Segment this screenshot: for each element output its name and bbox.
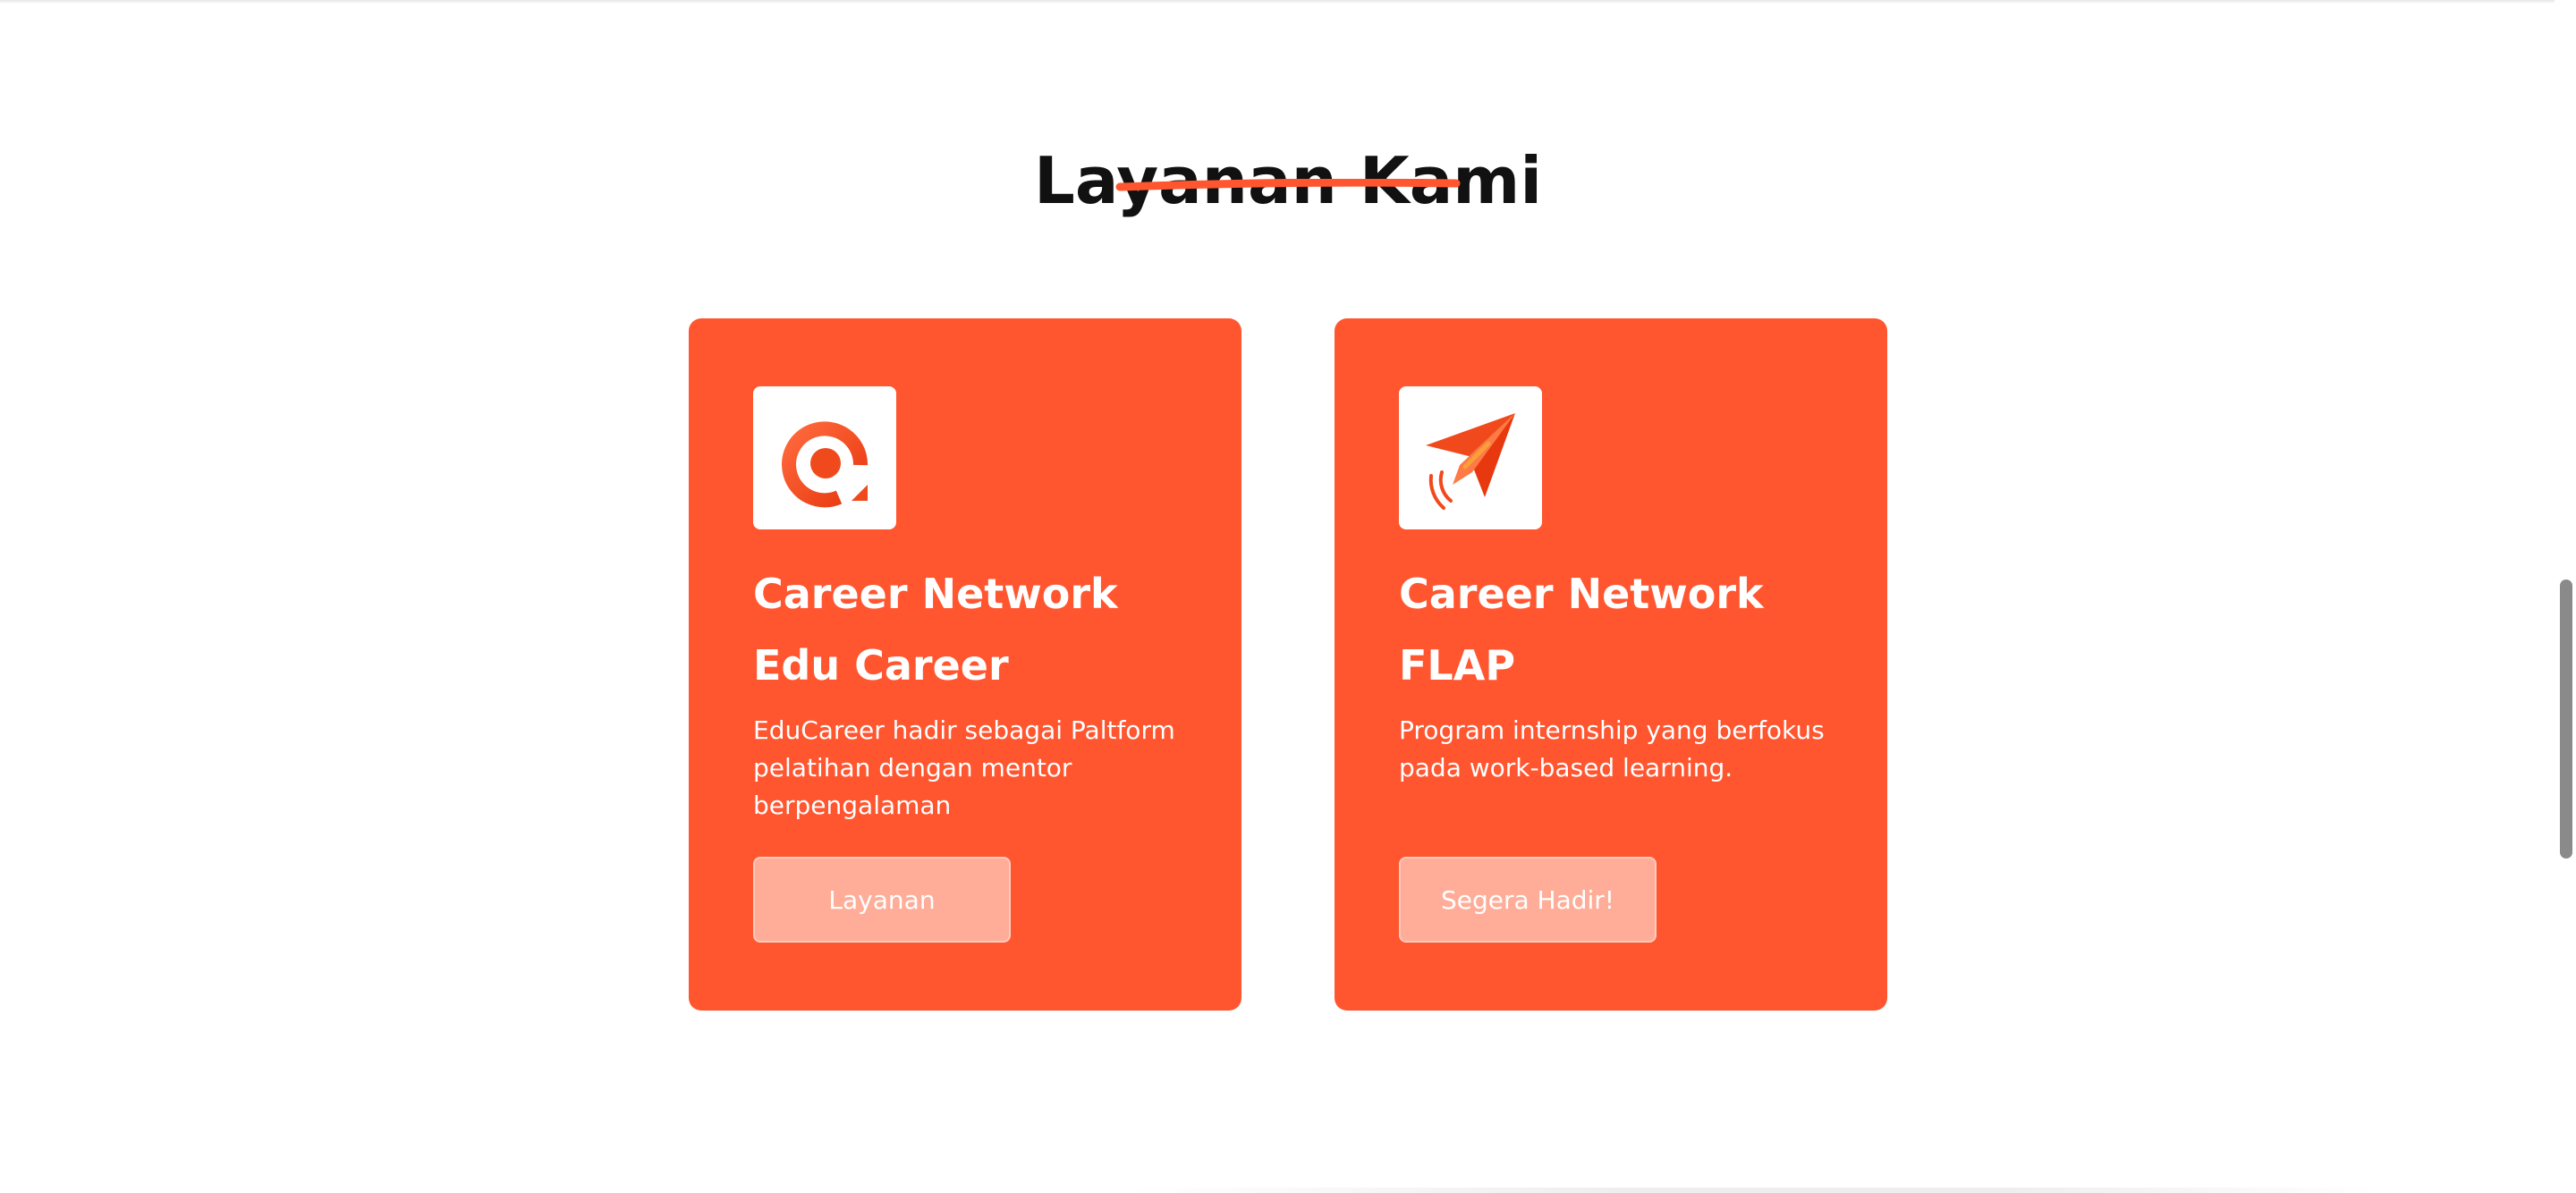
card-title-line-2: Edu Career (753, 641, 1009, 690)
card-title-line-2: FLAP (1399, 641, 1516, 690)
top-edge-shadow (0, 0, 2576, 4)
segera-hadir-button[interactable]: Segera Hadir! (1399, 857, 1657, 943)
educareer-logo-icon (782, 421, 869, 508)
card-title-line-1: Career Network (1399, 570, 1764, 618)
card-description: Program internship yang berfokus pada wo… (1399, 715, 1825, 783)
card-description: EduCareer hadir sebagai Paltform pelatih… (753, 715, 1175, 820)
card-title: Career Network FLAP (1399, 558, 1846, 701)
educareer-logo (753, 386, 896, 529)
scrollbar[interactable] (2555, 0, 2576, 1193)
title-underline (1115, 179, 1461, 191)
card-title: Career Network Edu Career (753, 558, 1200, 701)
scrollbar-thumb[interactable] (2560, 580, 2572, 859)
service-card-flap: Career Network FLAP Program internship y… (1335, 318, 1887, 1011)
flap-logo (1399, 386, 1542, 529)
layanan-button[interactable]: Layanan (753, 857, 1011, 943)
service-card-educareer: Career Network Edu Career EduCareer hadi… (689, 318, 1241, 1011)
paper-plane-logo-icon (1426, 413, 1515, 510)
card-title-line-1: Career Network (753, 570, 1118, 618)
bottom-edge-shadow (1127, 1188, 2379, 1193)
